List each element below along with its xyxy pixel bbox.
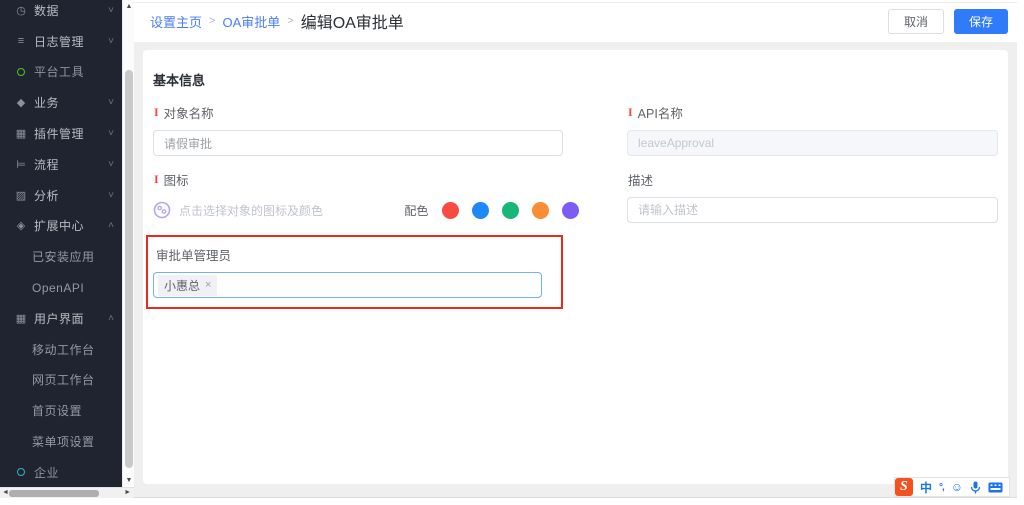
list-icon: ≡ [14,35,28,47]
palette-label: 配色 [404,202,428,219]
ime-microphone-icon[interactable] [970,481,981,494]
breadcrumb-settings-home[interactable]: 设置主页 [150,12,202,31]
right-edge-strip [1017,0,1024,505]
description-input[interactable] [627,197,998,223]
extension-icon: ◈ [14,219,28,232]
admin-tag: 小惠总 × [158,275,217,296]
sidebar: ◷ 数据 ˅ ≡ 日志管理 ˅ 平台工具 ◆ 业务 ˅ ▦ 插件管理 ˅ ⊨ 流… [0,0,122,487]
cancel-button[interactable]: 取消 [888,9,944,34]
field-admin-wrapper: 审批单管理员 小惠总 × [153,223,563,309]
chevron-up-icon: ˄ [108,220,114,231]
vertical-scroll-thumb[interactable] [125,70,133,468]
object-name-input[interactable] [153,130,563,156]
sidebar-item-log-management[interactable]: ≡ 日志管理 ˅ [0,26,122,57]
admin-tag-input[interactable]: 小惠总 × [153,272,542,298]
clock-icon: ◷ [14,4,28,17]
platform-tools-dot-icon [17,68,25,76]
page-title: 编辑OA审批单 [301,9,404,33]
sidebar-item-platform-tools[interactable]: 平台工具 [0,57,122,88]
section-title-basic-info: 基本信息 [143,70,1008,89]
api-name-label: API名称 [638,103,683,122]
app-window: ◷ 数据 ˅ ≡ 日志管理 ˅ 平台工具 ◆ 业务 ˅ ▦ 插件管理 ˅ ⊨ 流… [0,0,1024,505]
briefcase-icon: ◆ [14,96,28,109]
sidebar-item-business[interactable]: ◆ 业务 ˅ [0,87,122,118]
sidebar-item-user-interface[interactable]: ▦ 用户界面 ˄ [0,303,122,334]
chevron-down-icon: ˅ [108,36,114,47]
chevron-down-icon: ˅ [108,5,114,16]
breadcrumb-separator: > [209,15,215,27]
scroll-left-icon[interactable]: ◄ [2,489,9,496]
palette-dot[interactable] [442,202,459,219]
header-actions: 取消 保存 [888,9,1008,34]
field-api-name: I API名称 [627,89,998,156]
breadcrumb-oa-approval[interactable]: OA审批单 [222,12,280,31]
ime-punctuation-icon[interactable]: °, [939,482,944,493]
chevron-down-icon: ˅ [108,128,114,139]
palette-dot[interactable] [472,202,489,219]
palette-dot[interactable] [562,202,579,219]
ime-emoji-icon[interactable]: ☺ [951,480,963,494]
flow-icon: ⊨ [14,158,28,171]
sidebar-item-mobile-workbench[interactable]: 移动工作台 [0,334,122,365]
sogou-logo-icon[interactable]: S [895,478,913,496]
ime-chinese-mode-icon[interactable]: 中 [920,479,932,496]
icon-picker[interactable]: 点击选择对象的图标及颜色 [153,201,323,219]
sidebar-item-extension-center[interactable]: ◈ 扩展中心 ˄ [0,211,122,242]
palette-dot[interactable] [532,202,549,219]
page-header: 设置主页 > OA审批单 > 编辑OA审批单 取消 保存 [134,0,1024,42]
form-card: 基本信息 I 对象名称 I API名称 [143,50,1008,484]
sidebar-item-analysis[interactable]: ▨ 分析 ˅ [0,180,122,211]
sidebar-item-data[interactable]: ◷ 数据 ˅ [0,0,122,26]
admin-label: 审批单管理员 [156,245,231,264]
form-grid: I 对象名称 I API名称 [143,89,1008,309]
sidebar-item-web-workbench[interactable]: 网页工作台 [0,365,122,396]
chart-icon: ▨ [14,189,28,202]
chevron-down-icon: ˅ [108,159,114,170]
content-background: 基本信息 I 对象名称 I API名称 [134,42,1024,498]
required-mark: I [628,105,633,120]
field-object-name: I 对象名称 [153,89,563,156]
chevron-down-icon: ˅ [108,190,114,201]
breadcrumb: 设置主页 > OA审批单 > 编辑OA审批单 [150,9,404,33]
enterprise-dot-icon [17,468,25,476]
sidebar-vertical-scrollbar[interactable]: ▲ ▼ [122,0,134,487]
sidebar-item-workflow[interactable]: ⊨ 流程 ˅ [0,149,122,180]
required-mark: I [154,105,159,120]
sidebar-item-homepage-settings[interactable]: 首页设置 [0,395,122,426]
scroll-right-icon[interactable]: ► [124,489,131,496]
palette-dot[interactable] [502,202,519,219]
icon-label: 图标 [164,170,189,189]
sidebar-item-enterprise[interactable]: 企业 [0,457,122,487]
red-annotation-box: 审批单管理员 小惠总 × [146,235,563,309]
grid-icon: ▦ [14,127,28,140]
ui-grid-icon: ▦ [14,312,28,325]
save-button[interactable]: 保存 [954,9,1008,34]
object-name-label: 对象名称 [164,103,214,122]
chevron-up-icon: ˄ [108,313,114,324]
sidebar-item-openapi[interactable]: OpenAPI [0,272,122,303]
main-area: 设置主页 > OA审批单 > 编辑OA审批单 取消 保存 基本信息 I [134,0,1024,498]
admin-tag-text: 小惠总 [164,277,200,294]
field-icon: I 图标 点击选择对象的图标及颜色 [153,156,563,223]
header-top-border [134,2,1024,3]
tag-close-icon[interactable]: × [205,279,211,291]
field-description: 描述 [627,156,998,223]
chevron-down-icon: ˅ [108,97,114,108]
color-palette: 配色 [404,202,579,219]
required-mark: I [154,172,159,187]
api-name-input [627,130,998,156]
palette-globe-icon [153,201,171,219]
bottom-strip [0,498,1024,505]
sidebar-horizontal-scrollbar[interactable]: ◄ ► [0,487,134,498]
sidebar-item-plugin-management[interactable]: ▦ 插件管理 ˅ [0,118,122,149]
ime-toolbar: S 中 °, ☺ [894,477,1010,497]
sidebar-item-menu-settings[interactable]: 菜单项设置 [0,426,122,457]
description-label: 描述 [628,170,653,189]
sidebar-item-installed-apps[interactable]: 已安装应用 [0,241,122,272]
breadcrumb-separator: > [287,15,293,27]
horizontal-scroll-thumb[interactable] [9,490,99,497]
icon-picker-hint: 点击选择对象的图标及颜色 [179,202,323,219]
ime-keyboard-icon[interactable] [988,482,1003,493]
